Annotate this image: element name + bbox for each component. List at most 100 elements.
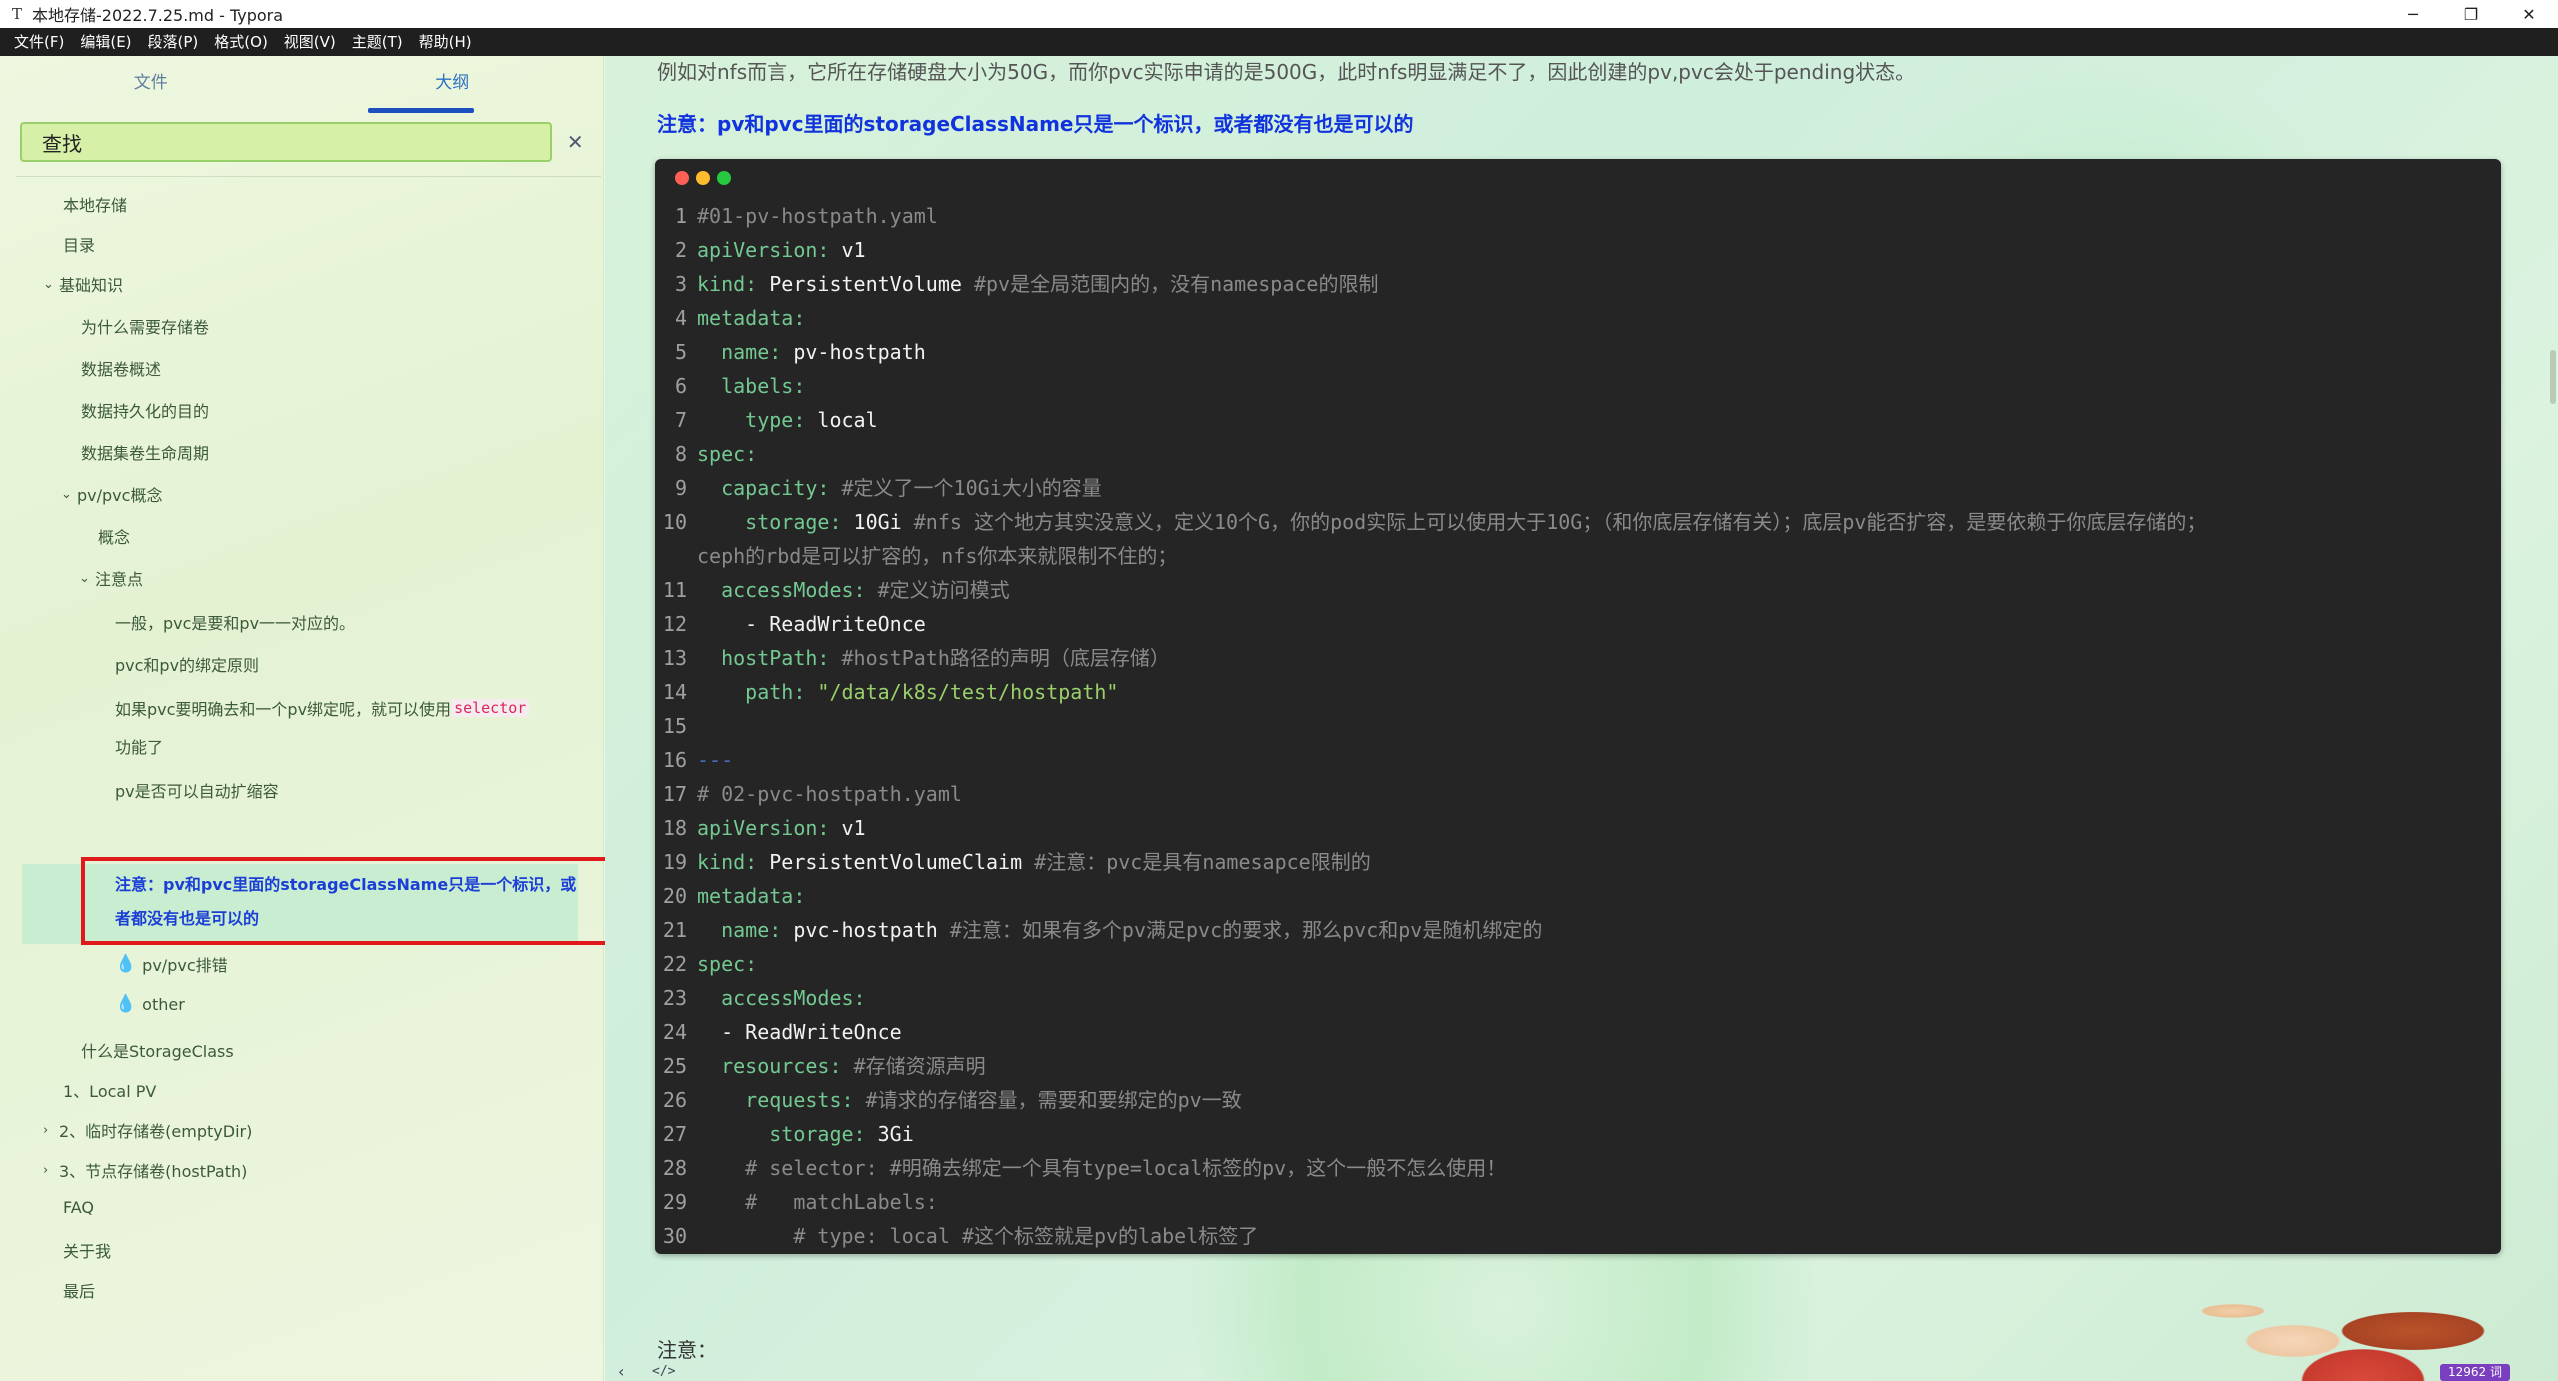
code-line: 6 labels: [655,369,2501,403]
close-icon[interactable]: ✕ [560,130,590,154]
line-number: 16 [662,748,687,772]
menu-bar: 文件(F) 编辑(E) 段落(P) 格式(O) 视图(V) 主题(T) 帮助(H… [0,28,2558,56]
word-count-badge[interactable]: 12962 词 [2440,1364,2510,1381]
code-value: 10Gi [841,510,914,534]
outline-item-auto-scale[interactable]: pv是否可以自动扩缩容 [115,778,279,802]
sidebar: 文件 大纲 ✕ 本地存储 目录 ⌄基础知识 为什么需要存储卷 数据卷概述 数据持… [0,56,619,1381]
code-line: 20 metadata: [655,879,2501,913]
outline-search-input[interactable] [20,122,553,162]
code-value: pvc-hostpath [781,918,950,942]
outline-item-selector-cont[interactable]: 功能了 [115,734,163,758]
window-title: 本地存储-2022.7.25.md - Typora [32,6,284,25]
code-comment: #注意：如果有多个pv满足pvc的要求，那么pvc和pv是随机绑定的 [949,918,1543,942]
code-key: apiVersion: [697,816,830,840]
close-button[interactable]: ✕ [2500,0,2558,28]
code-line: 17 # 02-pvc-hostpath.yaml [655,777,2501,811]
outline-item-local-storage[interactable]: 本地存储 [63,192,127,216]
code-block[interactable]: 1 #01-pv-hostpath.yaml 2 apiVersion: v1 3k… [655,159,2501,1254]
droplet-icon: 💧 [115,994,137,1014]
tab-files[interactable]: 文件 [0,56,302,118]
code-line: 18 apiVersion: v1 [655,811,2501,845]
outline-item-one-to-one[interactable]: 一般，pvc是要和pv一一对应的。 [115,610,355,634]
menu-file[interactable]: 文件(F) [6,28,72,56]
maximize-button[interactable]: ❐ [2442,0,2500,28]
line-number: 5 [674,340,687,364]
scrollbar-thumb[interactable] [2550,350,2556,404]
line-number: 15 [662,714,687,738]
collapse-sidebar-icon[interactable]: ‹ [618,1362,624,1381]
menu-help[interactable]: 帮助(H) [411,28,480,56]
outline-item-basics[interactable]: ⌄ 基础知识 [43,272,123,296]
code-key: type: [697,408,806,432]
code-key: resources: [697,1054,842,1078]
code-text: type: local [697,403,877,437]
note-heading[interactable]: 注意：pv和pvc里面的storageClassName只是一个标识，或者都没有… [657,108,1413,137]
chevron-right-icon[interactable]: › [43,1163,59,1178]
code-key: spec: [697,442,758,466]
outline-item-binding-rules[interactable]: pvc和pv的绑定原则 [115,652,259,676]
code-text: - ReadWriteOnce [697,1015,902,1049]
outline-item-pv-pvc-concept[interactable]: ⌄ pv/pvc概念 [61,482,162,506]
outline-item-notes[interactable]: ⌄ 注意点 [79,566,143,590]
outline-label: 关于我 [63,1242,112,1261]
code-line: 8 spec: [655,437,2501,471]
outline-item-local-pv[interactable]: 1、Local PV [63,1078,156,1102]
menu-paragraph[interactable]: 段落(P) [140,28,207,56]
menu-theme[interactable]: 主题(T) [344,28,411,56]
outline-item-faq[interactable]: FAQ [63,1198,94,1217]
line-number: 21 [662,918,687,942]
code-comment: # 02-pvc-hostpath.yaml [697,782,962,806]
outline-item-selector[interactable]: 如果pvc要明确去和一个pv绑定呢，就可以使用 selector [115,696,530,720]
outline-item-active-note[interactable]: 注意：pv和pvc里面的storageClassName只是一个标识，或者都没有… [115,868,585,936]
chevron-down-icon[interactable]: ⌄ [61,487,77,502]
code-line: 23 accessModes: [655,981,2501,1015]
code-text: # 02-pvc-hostpath.yaml [697,777,962,811]
outline-item-storageclass[interactable]: 什么是StorageClass [81,1038,234,1062]
outline-item-toc[interactable]: 目录 [63,232,95,256]
outline-item-volume-lifecycle[interactable]: 数据集卷生命周期 [81,440,209,464]
outline-item-concept[interactable]: 概念 [98,524,130,548]
code-key: storage: [697,510,842,534]
chevron-right-icon[interactable]: › [43,1123,59,1138]
chevron-down-icon[interactable]: ⌄ [43,277,59,292]
outline-label: 3、节点存储卷(hostPath) [59,1162,248,1181]
code-line: 3 kind: PersistentVolume #pv是全局范围内的，没有nam… [655,267,2501,301]
menu-format[interactable]: 格式(O) [206,28,276,56]
menu-view[interactable]: 视图(V) [276,28,344,56]
chevron-down-icon[interactable]: ⌄ [79,571,95,586]
code-key: kind: [697,272,758,296]
outline-item-last[interactable]: 最后 [63,1278,95,1302]
code-comment: #01-pv-hostpath.yaml [697,204,938,228]
paragraph-pending[interactable]: 例如对nfs而言，它所在存储硬盘大小为50G，而你pvc实际申请的是500G，此… [657,56,1915,85]
outline-item-volume-overview[interactable]: 数据卷概述 [81,356,161,380]
outline-item-about[interactable]: 关于我 [63,1238,111,1262]
code-key: storage: [697,1122,866,1146]
outline-label: 最后 [63,1282,96,1301]
code-text: storage: 3Gi [697,1117,914,1151]
code-key: capacity: [697,476,830,500]
bottom-note-paragraph[interactable]: 注意： [657,1334,717,1363]
outline-label: 一般，pvc是要和pv一一对应的。 [115,614,356,633]
menu-edit[interactable]: 编辑(E) [72,28,139,56]
code-text: name: pv-hostpath [697,335,926,369]
outline-label: 本地存储 [63,196,128,215]
minimize-button[interactable]: ─ [2384,0,2442,28]
code-line: 15 [655,709,2501,743]
outline-item-why-volumes[interactable]: 为什么需要存储卷 [81,314,209,338]
line-number: 24 [662,1020,687,1044]
code-value: 3Gi [865,1122,914,1146]
code-key: accessModes: [697,986,866,1010]
outline-item-persistence-purpose[interactable]: 数据持久化的目的 [81,398,209,422]
outline-item-troubleshoot[interactable]: 💧 pv/pvc排错 [115,952,228,976]
code-text: spec: [697,437,757,471]
line-number: 17 [662,782,687,806]
code-value: - ReadWriteOnce [697,612,926,636]
line-number: 20 [662,884,687,908]
line-number: 29 [662,1190,687,1214]
source-mode-icon[interactable]: </> [652,1364,675,1379]
outline-item-emptydir[interactable]: › 2、临时存储卷(emptyDir) [43,1118,252,1142]
outline-item-hostpath[interactable]: › 3、节点存储卷(hostPath) [43,1158,247,1182]
editor-pane[interactable]: 例如对nfs而言，它所在存储硬盘大小为50G，而你pvc实际申请的是500G，此… [605,56,2558,1381]
outline-item-other[interactable]: 💧 other [115,994,185,1014]
code-line: 1 #01-pv-hostpath.yaml [655,199,2501,233]
